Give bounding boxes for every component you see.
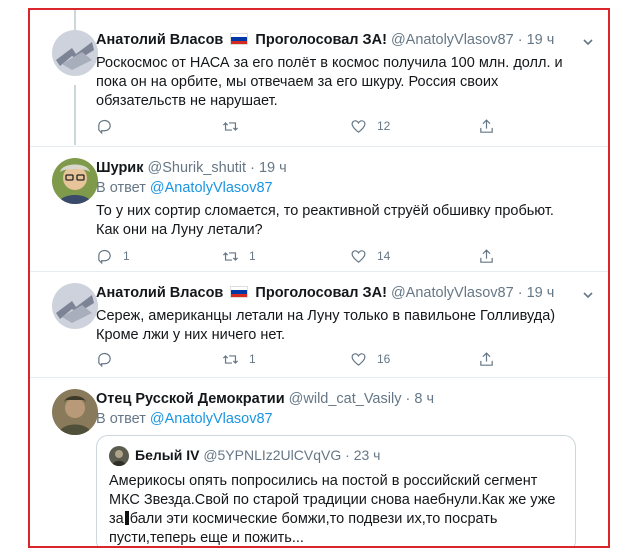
retweet-count: 1 (249, 249, 256, 263)
tweet-header: Шурик @Shurik_shutit · 19 ч (96, 160, 287, 176)
share-button[interactable] (478, 116, 495, 136)
reply-icon (98, 249, 111, 264)
timestamp[interactable]: 8 ч (414, 391, 434, 407)
timestamp[interactable]: 23 ч (354, 447, 381, 463)
like-count: 14 (377, 249, 391, 263)
reply-icon (98, 119, 111, 134)
retweet-button[interactable] (222, 116, 249, 136)
avatar[interactable] (52, 389, 98, 435)
separator-dot: · (517, 32, 523, 48)
reply-icon (98, 352, 111, 367)
tweet-header: Отец Русской Демократии @wild_cat_Vasily… (96, 391, 434, 407)
timestamp[interactable]: 19 ч (527, 285, 555, 301)
reply-handle-link[interactable]: @AnatolyVlasov87 (150, 180, 273, 196)
reply-handle-link[interactable]: @AnatolyVlasov87 (150, 411, 273, 427)
like-button[interactable]: 16 (350, 349, 390, 369)
timestamp[interactable]: 19 ч (259, 160, 287, 176)
reply-context: В ответ @AnatolyVlasov87 (96, 411, 273, 427)
display-name[interactable]: Отец Русской Демократии (96, 391, 285, 407)
quoted-text-part-2: бали эти космические бомжи,то подвези их… (109, 511, 498, 546)
timestamp[interactable]: 19 ч (527, 32, 555, 48)
reply-button[interactable] (96, 349, 123, 369)
display-name[interactable]: Анатолий Власов (96, 32, 223, 48)
share-button[interactable] (478, 349, 495, 369)
tweet-1[interactable]: Анатолий Власов Проголосовал ЗА! @Anatol… (30, 10, 608, 147)
share-button[interactable] (478, 246, 495, 266)
flag-russia-icon (230, 286, 249, 298)
heart-icon (351, 352, 366, 366)
text-cursor (124, 511, 129, 525)
like-count: 12 (377, 119, 391, 133)
retweet-icon (222, 354, 239, 364)
avatar[interactable] (52, 30, 98, 76)
heart-icon (351, 249, 366, 263)
handle[interactable]: @AnatolyVlasov87 (391, 32, 514, 48)
reply-count: 1 (123, 249, 130, 263)
tweet-header: Анатолий Власов Проголосовал ЗА! @Anatol… (96, 285, 554, 301)
tweet-header: Анатолий Власов Проголосовал ЗА! @Anatol… (96, 32, 554, 48)
retweet-button[interactable]: 1 (222, 349, 256, 369)
chevron-down-icon[interactable] (582, 289, 594, 301)
avatar[interactable] (52, 283, 98, 329)
avatar[interactable] (52, 158, 98, 204)
handle[interactable]: @Shurik_shutit (148, 160, 247, 176)
tweet-text: Роскосмос от НАСА за его полёт в космос … (96, 55, 563, 109)
separator-dot: · (405, 391, 411, 407)
handle[interactable]: @5YPNLIz2UlCVqVG (203, 447, 341, 463)
avatar[interactable] (109, 446, 129, 466)
retweet-icon (222, 121, 239, 131)
tweet-3[interactable]: Анатолий Власов Проголосовал ЗА! @Anatol… (30, 271, 608, 378)
tweet-actions: 1 1 14 (96, 246, 516, 266)
separator-dot: · (345, 447, 350, 463)
reply-prefix: В ответ (96, 411, 146, 427)
display-name-suffix: Проголосовал ЗА! (255, 32, 387, 48)
share-icon (480, 248, 493, 263)
timeline-frame: Анатолий Власов Проголосовал ЗА! @Anatol… (28, 8, 610, 548)
reply-button[interactable]: 1 (96, 246, 130, 266)
quoted-tweet[interactable]: Белый IV @5YPNLIz2UlCVqVG · 23 ч Америко… (96, 435, 576, 546)
flag-russia-icon (230, 33, 249, 45)
retweet-count: 1 (249, 352, 256, 366)
retweet-button[interactable]: 1 (222, 246, 256, 266)
display-name[interactable]: Белый IV (135, 447, 199, 463)
tweet-2[interactable]: Шурик @Shurik_shutit · 19 ч В ответ @Ana… (30, 146, 608, 272)
reply-context: В ответ @AnatolyVlasov87 (96, 180, 273, 196)
separator-dot: · (250, 160, 255, 176)
chevron-down-icon[interactable] (582, 36, 594, 48)
share-icon (480, 351, 493, 366)
display-name[interactable]: Шурик (96, 160, 143, 176)
retweet-icon (222, 251, 239, 261)
reply-prefix: В ответ (96, 180, 146, 196)
tweet-text: То у них сортир сломается, то реактивной… (96, 203, 554, 238)
like-count: 16 (377, 352, 391, 366)
quoted-tweet-header: Белый IV @5YPNLIz2UlCVqVG · 23 ч (135, 447, 380, 463)
quoted-tweet-text: Америкосы опять попросились на постой в … (109, 472, 569, 546)
like-button[interactable]: 14 (350, 246, 390, 266)
display-name-suffix: Проголосовал ЗА! (255, 285, 387, 301)
like-button[interactable]: 12 (350, 116, 390, 136)
heart-icon (351, 119, 366, 133)
tweet-actions: 1 16 (96, 349, 516, 369)
tweet-text: Сереж, американцы летали на Луну только … (96, 308, 556, 343)
handle[interactable]: @AnatolyVlasov87 (391, 285, 514, 301)
tweet-actions: 12 (96, 116, 516, 136)
handle[interactable]: @wild_cat_Vasily (289, 391, 402, 407)
reply-button[interactable] (96, 116, 123, 136)
display-name[interactable]: Анатолий Власов (96, 285, 223, 301)
share-icon (480, 118, 493, 133)
separator-dot: · (517, 285, 523, 301)
